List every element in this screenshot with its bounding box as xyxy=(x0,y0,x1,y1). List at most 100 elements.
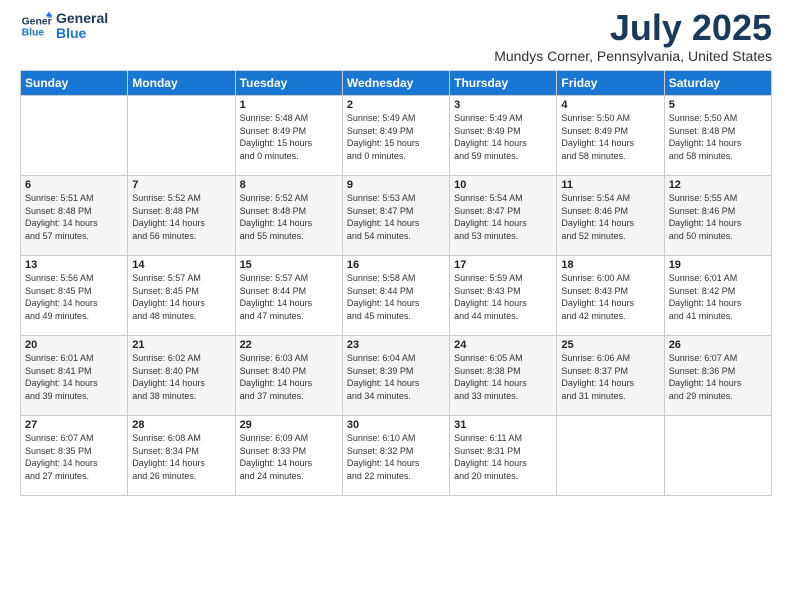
day-number: 9 xyxy=(347,179,445,191)
weekday-header: Tuesday xyxy=(235,71,342,96)
calendar-cell: 2Sunrise: 5:49 AM Sunset: 8:49 PM Daylig… xyxy=(342,96,449,176)
day-number: 12 xyxy=(669,179,767,191)
calendar-cell: 21Sunrise: 6:02 AM Sunset: 8:40 PM Dayli… xyxy=(128,336,235,416)
calendar-cell: 24Sunrise: 6:05 AM Sunset: 8:38 PM Dayli… xyxy=(450,336,557,416)
day-number: 22 xyxy=(240,339,338,351)
logo-line1: General xyxy=(56,11,108,26)
day-info: Sunrise: 6:00 AM Sunset: 8:43 PM Dayligh… xyxy=(561,272,659,322)
weekday-header: Sunday xyxy=(21,71,128,96)
day-number: 28 xyxy=(132,419,230,431)
calendar-cell xyxy=(664,416,771,496)
month-title: July 2025 xyxy=(494,10,772,46)
weekday-header: Saturday xyxy=(664,71,771,96)
logo-icon: General Blue xyxy=(20,10,52,42)
calendar-week-row: 27Sunrise: 6:07 AM Sunset: 8:35 PM Dayli… xyxy=(21,416,772,496)
calendar-week-row: 20Sunrise: 6:01 AM Sunset: 8:41 PM Dayli… xyxy=(21,336,772,416)
svg-text:General: General xyxy=(22,16,52,27)
calendar-cell: 19Sunrise: 6:01 AM Sunset: 8:42 PM Dayli… xyxy=(664,256,771,336)
day-info: Sunrise: 5:54 AM Sunset: 8:47 PM Dayligh… xyxy=(454,192,552,242)
day-info: Sunrise: 5:55 AM Sunset: 8:46 PM Dayligh… xyxy=(669,192,767,242)
day-number: 7 xyxy=(132,179,230,191)
calendar-cell: 10Sunrise: 5:54 AM Sunset: 8:47 PM Dayli… xyxy=(450,176,557,256)
calendar-cell: 11Sunrise: 5:54 AM Sunset: 8:46 PM Dayli… xyxy=(557,176,664,256)
day-info: Sunrise: 5:56 AM Sunset: 8:45 PM Dayligh… xyxy=(25,272,123,322)
day-info: Sunrise: 5:52 AM Sunset: 8:48 PM Dayligh… xyxy=(240,192,338,242)
weekday-header: Friday xyxy=(557,71,664,96)
day-info: Sunrise: 6:07 AM Sunset: 8:36 PM Dayligh… xyxy=(669,352,767,402)
calendar-cell: 8Sunrise: 5:52 AM Sunset: 8:48 PM Daylig… xyxy=(235,176,342,256)
calendar-cell xyxy=(21,96,128,176)
calendar-week-row: 13Sunrise: 5:56 AM Sunset: 8:45 PM Dayli… xyxy=(21,256,772,336)
weekday-header: Wednesday xyxy=(342,71,449,96)
calendar-cell: 23Sunrise: 6:04 AM Sunset: 8:39 PM Dayli… xyxy=(342,336,449,416)
day-number: 26 xyxy=(669,339,767,351)
day-number: 21 xyxy=(132,339,230,351)
weekday-header: Thursday xyxy=(450,71,557,96)
day-info: Sunrise: 6:01 AM Sunset: 8:42 PM Dayligh… xyxy=(669,272,767,322)
calendar-cell: 27Sunrise: 6:07 AM Sunset: 8:35 PM Dayli… xyxy=(21,416,128,496)
day-info: Sunrise: 5:59 AM Sunset: 8:43 PM Dayligh… xyxy=(454,272,552,322)
calendar-cell: 3Sunrise: 5:49 AM Sunset: 8:49 PM Daylig… xyxy=(450,96,557,176)
day-number: 31 xyxy=(454,419,552,431)
day-number: 4 xyxy=(561,99,659,111)
day-number: 18 xyxy=(561,259,659,271)
day-info: Sunrise: 6:04 AM Sunset: 8:39 PM Dayligh… xyxy=(347,352,445,402)
calendar-cell: 5Sunrise: 5:50 AM Sunset: 8:48 PM Daylig… xyxy=(664,96,771,176)
calendar-cell: 25Sunrise: 6:06 AM Sunset: 8:37 PM Dayli… xyxy=(557,336,664,416)
calendar-cell: 1Sunrise: 5:48 AM Sunset: 8:49 PM Daylig… xyxy=(235,96,342,176)
title-block: July 2025 Mundys Corner, Pennsylvania, U… xyxy=(494,10,772,64)
day-number: 19 xyxy=(669,259,767,271)
day-number: 14 xyxy=(132,259,230,271)
calendar-cell: 14Sunrise: 5:57 AM Sunset: 8:45 PM Dayli… xyxy=(128,256,235,336)
day-info: Sunrise: 5:50 AM Sunset: 8:48 PM Dayligh… xyxy=(669,112,767,162)
day-number: 27 xyxy=(25,419,123,431)
day-number: 2 xyxy=(347,99,445,111)
day-number: 13 xyxy=(25,259,123,271)
day-info: Sunrise: 5:57 AM Sunset: 8:44 PM Dayligh… xyxy=(240,272,338,322)
calendar-cell xyxy=(128,96,235,176)
day-number: 5 xyxy=(669,99,767,111)
day-info: Sunrise: 6:07 AM Sunset: 8:35 PM Dayligh… xyxy=(25,432,123,482)
day-info: Sunrise: 5:53 AM Sunset: 8:47 PM Dayligh… xyxy=(347,192,445,242)
calendar-cell: 13Sunrise: 5:56 AM Sunset: 8:45 PM Dayli… xyxy=(21,256,128,336)
day-info: Sunrise: 5:48 AM Sunset: 8:49 PM Dayligh… xyxy=(240,112,338,162)
day-number: 8 xyxy=(240,179,338,191)
calendar-cell xyxy=(557,416,664,496)
day-number: 16 xyxy=(347,259,445,271)
day-info: Sunrise: 5:57 AM Sunset: 8:45 PM Dayligh… xyxy=(132,272,230,322)
calendar-week-row: 1Sunrise: 5:48 AM Sunset: 8:49 PM Daylig… xyxy=(21,96,772,176)
svg-text:Blue: Blue xyxy=(22,28,45,39)
logo-line2: Blue xyxy=(56,26,108,41)
day-number: 10 xyxy=(454,179,552,191)
day-info: Sunrise: 6:02 AM Sunset: 8:40 PM Dayligh… xyxy=(132,352,230,402)
day-info: Sunrise: 6:09 AM Sunset: 8:33 PM Dayligh… xyxy=(240,432,338,482)
day-info: Sunrise: 5:51 AM Sunset: 8:48 PM Dayligh… xyxy=(25,192,123,242)
day-info: Sunrise: 5:58 AM Sunset: 8:44 PM Dayligh… xyxy=(347,272,445,322)
calendar-cell: 20Sunrise: 6:01 AM Sunset: 8:41 PM Dayli… xyxy=(21,336,128,416)
day-number: 24 xyxy=(454,339,552,351)
page: General Blue General Blue July 2025 Mund… xyxy=(0,0,792,506)
calendar-cell: 18Sunrise: 6:00 AM Sunset: 8:43 PM Dayli… xyxy=(557,256,664,336)
day-info: Sunrise: 6:10 AM Sunset: 8:32 PM Dayligh… xyxy=(347,432,445,482)
logo: General Blue General Blue xyxy=(20,10,108,42)
calendar-table: SundayMondayTuesdayWednesdayThursdayFrid… xyxy=(20,70,772,496)
calendar-cell: 30Sunrise: 6:10 AM Sunset: 8:32 PM Dayli… xyxy=(342,416,449,496)
calendar-cell: 17Sunrise: 5:59 AM Sunset: 8:43 PM Dayli… xyxy=(450,256,557,336)
day-number: 25 xyxy=(561,339,659,351)
day-number: 30 xyxy=(347,419,445,431)
calendar-cell: 7Sunrise: 5:52 AM Sunset: 8:48 PM Daylig… xyxy=(128,176,235,256)
day-info: Sunrise: 6:06 AM Sunset: 8:37 PM Dayligh… xyxy=(561,352,659,402)
day-info: Sunrise: 5:52 AM Sunset: 8:48 PM Dayligh… xyxy=(132,192,230,242)
calendar-week-row: 6Sunrise: 5:51 AM Sunset: 8:48 PM Daylig… xyxy=(21,176,772,256)
day-info: Sunrise: 5:49 AM Sunset: 8:49 PM Dayligh… xyxy=(454,112,552,162)
calendar-cell: 28Sunrise: 6:08 AM Sunset: 8:34 PM Dayli… xyxy=(128,416,235,496)
calendar-cell: 22Sunrise: 6:03 AM Sunset: 8:40 PM Dayli… xyxy=(235,336,342,416)
calendar-cell: 9Sunrise: 5:53 AM Sunset: 8:47 PM Daylig… xyxy=(342,176,449,256)
day-info: Sunrise: 5:49 AM Sunset: 8:49 PM Dayligh… xyxy=(347,112,445,162)
day-info: Sunrise: 5:54 AM Sunset: 8:46 PM Dayligh… xyxy=(561,192,659,242)
calendar-cell: 26Sunrise: 6:07 AM Sunset: 8:36 PM Dayli… xyxy=(664,336,771,416)
calendar-cell: 31Sunrise: 6:11 AM Sunset: 8:31 PM Dayli… xyxy=(450,416,557,496)
location: Mundys Corner, Pennsylvania, United Stat… xyxy=(494,48,772,64)
day-number: 11 xyxy=(561,179,659,191)
day-number: 1 xyxy=(240,99,338,111)
